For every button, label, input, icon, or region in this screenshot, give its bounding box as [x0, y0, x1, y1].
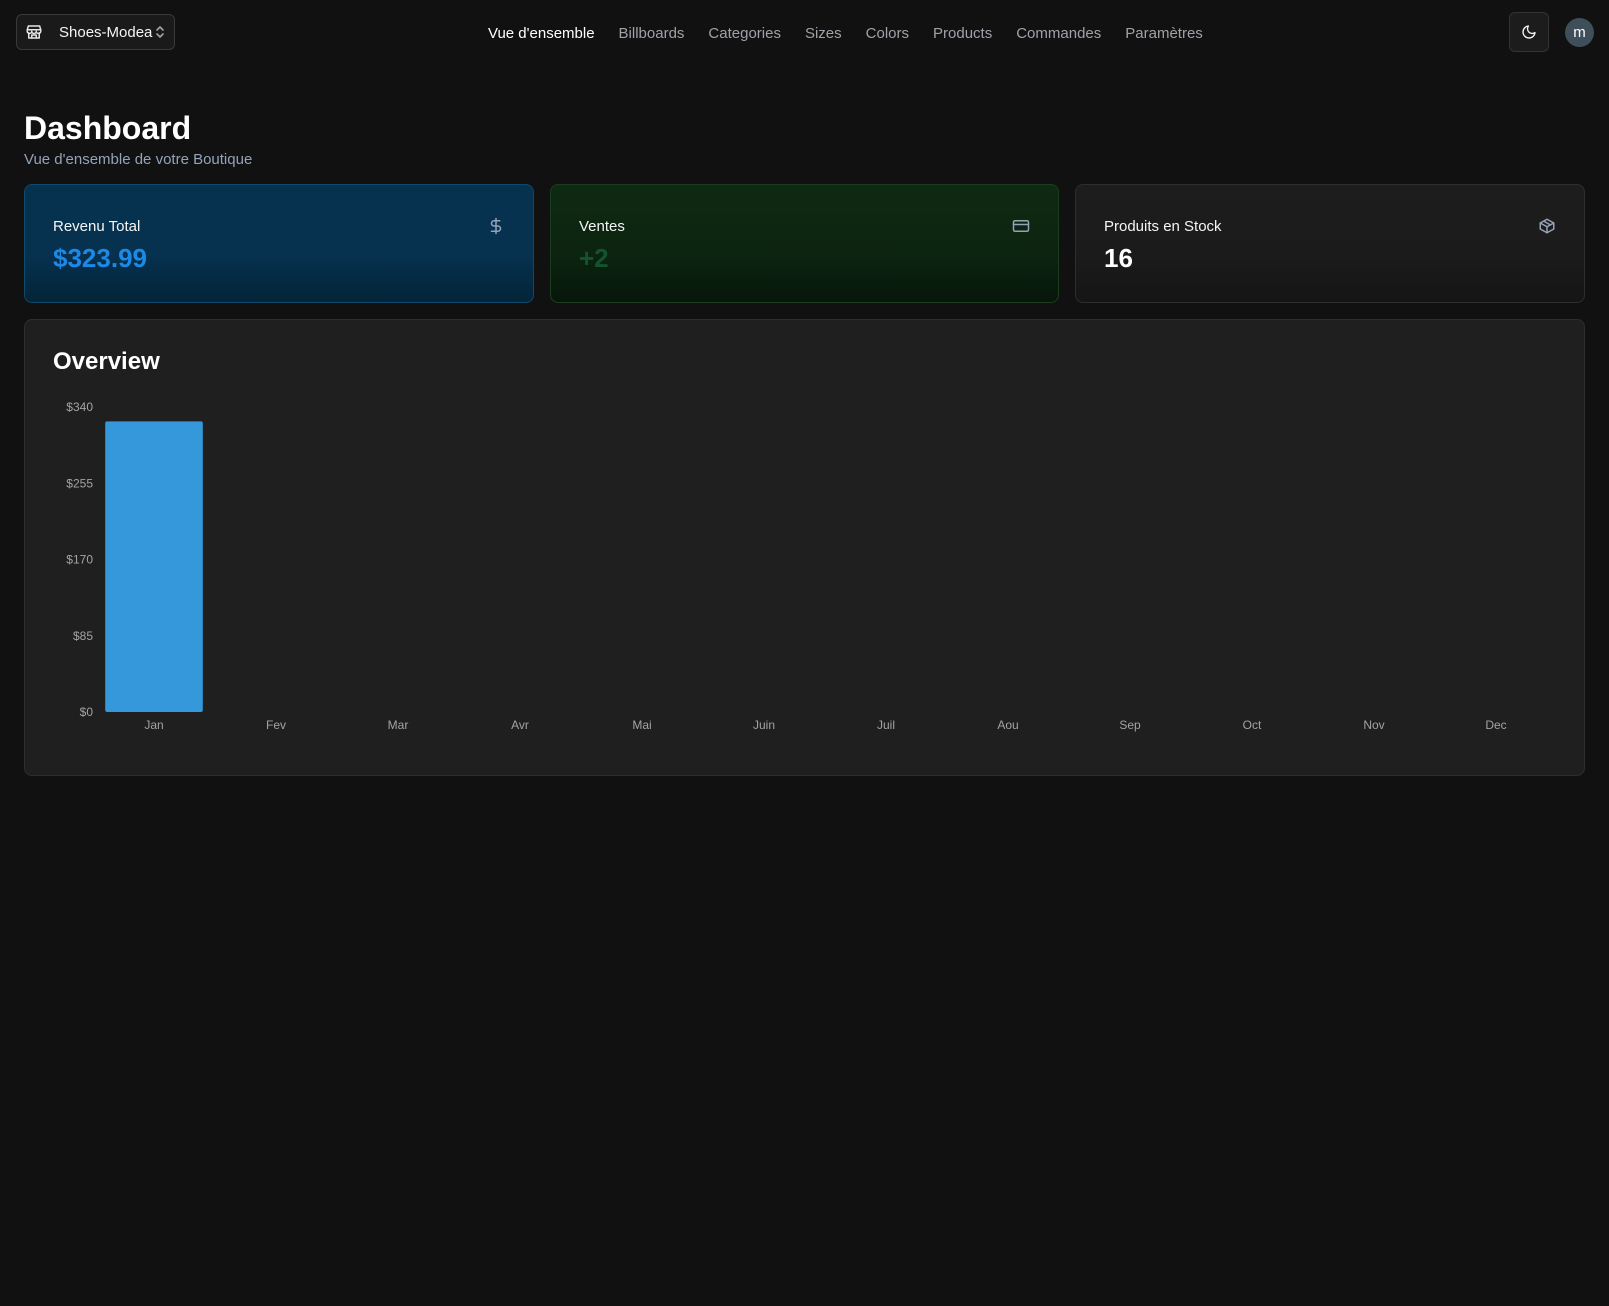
page-title: Dashboard	[24, 110, 192, 146]
top-navbar: Shoes-Modea Vue d'ensemble Billboards Ca…	[0, 0, 1609, 66]
moon-icon	[1521, 24, 1537, 40]
revenue-value: $323.99	[53, 243, 147, 273]
theme-toggle-button[interactable]	[1509, 12, 1549, 52]
stock-card: Produits en Stock 16	[1075, 184, 1585, 303]
store-icon	[25, 23, 43, 41]
y-tick-label: $340	[66, 400, 93, 414]
user-avatar[interactable]: m	[1565, 18, 1594, 47]
nav-link-billboards[interactable]: Billboards	[619, 25, 685, 42]
nav-link-categories[interactable]: Categories	[708, 25, 781, 42]
x-tick-label: Oct	[1243, 718, 1262, 732]
nav-link-overview[interactable]: Vue d'ensemble	[488, 25, 595, 42]
page-subtitle: Vue d'ensemble de votre Boutique	[24, 151, 253, 168]
nav-link-products[interactable]: Products	[933, 25, 992, 42]
overview-bar-chart: $0 $85 $170 $255 $340 Jan Fev Mar Avr Mai Juin Juil…	[66, 400, 1506, 732]
store-name: Shoes-Modea	[59, 23, 153, 41]
bar-jan	[105, 421, 203, 712]
x-tick-label: Avr	[511, 718, 529, 732]
x-tick-label: Dec	[1485, 718, 1506, 732]
x-tick-label: Nov	[1363, 718, 1384, 732]
nav-link-sizes[interactable]: Sizes	[805, 25, 842, 42]
nav-link-settings[interactable]: Paramètres	[1125, 25, 1203, 42]
x-tick-label: Sep	[1119, 718, 1141, 732]
sales-card: Ventes +2	[550, 184, 1059, 303]
nav-link-orders[interactable]: Commandes	[1016, 25, 1101, 42]
x-tick-label: Mai	[632, 718, 651, 732]
x-tick-label: Aou	[997, 718, 1018, 732]
sales-label: Ventes	[579, 218, 625, 235]
credit-card-icon	[1012, 217, 1030, 235]
package-icon	[1538, 217, 1556, 235]
y-tick-label: $170	[66, 553, 93, 567]
stock-label: Produits en Stock	[1104, 218, 1222, 235]
store-switcher[interactable]: Shoes-Modea	[16, 14, 175, 50]
overview-panel: Overview $0 $85 $170 $255 $340 Jan Fev Mar Avr Ma…	[24, 319, 1585, 776]
x-tick-label: Mar	[388, 718, 409, 732]
y-tick-label: $255	[66, 476, 93, 490]
chevrons-up-down-icon	[154, 24, 166, 40]
x-tick-label: Juil	[877, 718, 895, 732]
nav-link-colors[interactable]: Colors	[866, 25, 909, 42]
sales-value: +2	[579, 243, 609, 273]
revenue-card: Revenu Total $323.99	[24, 184, 534, 303]
main-nav: Vue d'ensemble Billboards Categories Siz…	[488, 0, 1203, 66]
x-tick-label: Jan	[144, 718, 163, 732]
y-tick-label: $0	[80, 705, 94, 719]
x-tick-label: Fev	[266, 718, 286, 732]
revenue-label: Revenu Total	[53, 218, 141, 235]
dollar-icon	[487, 217, 505, 235]
stock-value: 16	[1104, 243, 1133, 273]
y-tick-label: $85	[73, 629, 93, 643]
x-tick-label: Juin	[753, 718, 775, 732]
